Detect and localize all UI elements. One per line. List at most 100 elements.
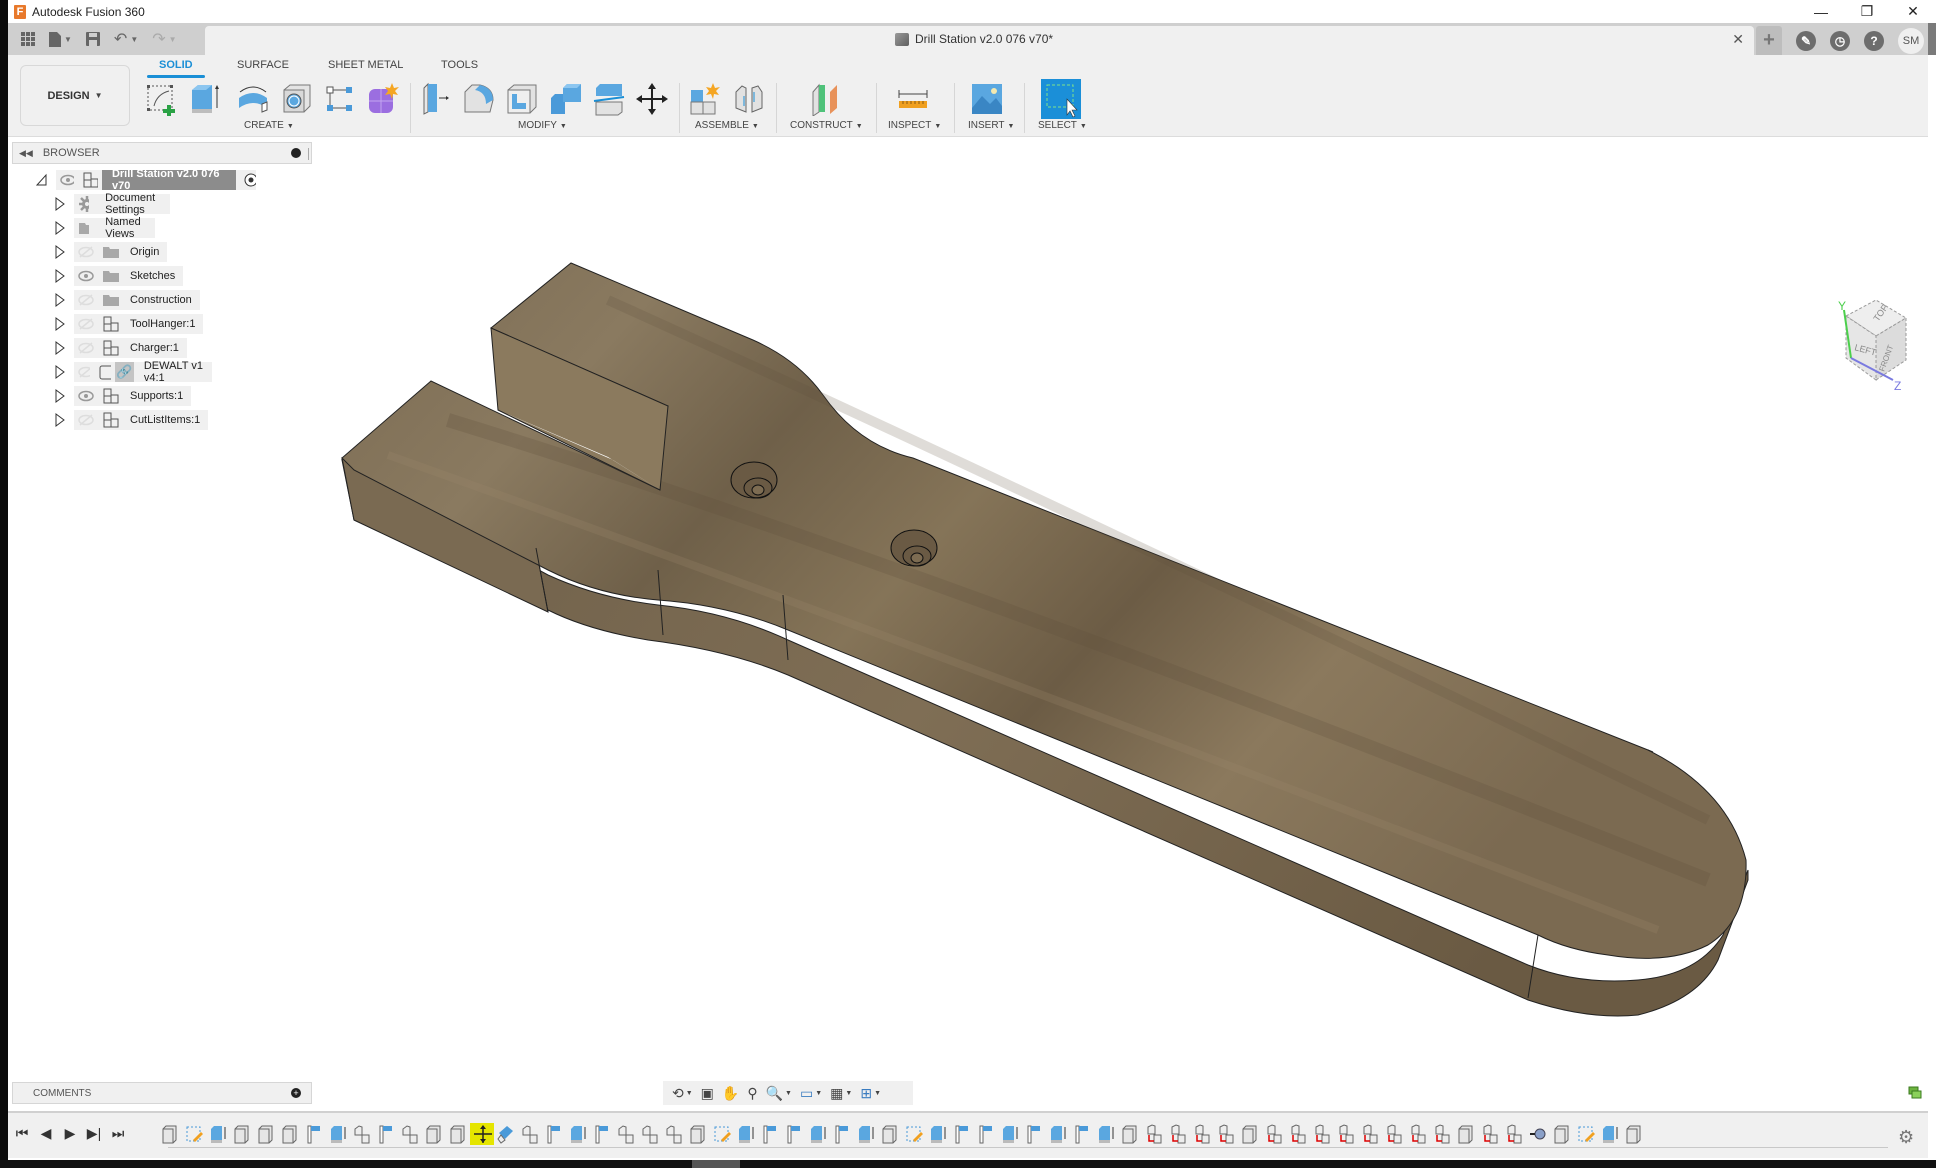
workspace-switcher[interactable]: DESIGN ▼ [20,65,130,126]
panel-grip[interactable] [308,148,309,160]
timeline-feature-sketch[interactable] [1574,1123,1598,1145]
save-button[interactable] [79,23,107,55]
tab-solid[interactable]: SOLID [159,59,193,71]
offset-plane-button[interactable] [809,82,843,117]
activate-radio-icon[interactable] [244,173,256,187]
tree-item[interactable]: 🔗 DEWALT v1 v4:1 [74,360,213,384]
timeline-feature-body[interactable] [1454,1123,1478,1145]
help-button[interactable]: ? [1864,30,1884,51]
timeline-feature-joint-red[interactable] [1430,1123,1454,1145]
timeline-feature-extrude[interactable] [806,1123,830,1145]
previous-step-button[interactable]: ◀ [38,1125,54,1142]
tree-item[interactable]: ToolHanger:1 [74,314,204,334]
timeline-feature-joint-red[interactable] [1142,1123,1166,1145]
tab-surface[interactable]: SURFACE [237,59,289,71]
timeline-feature-press-pull[interactable] [1022,1123,1046,1145]
tree-item[interactable]: Named Views [74,216,156,240]
tree-item[interactable]: Document Settings [74,192,171,216]
timeline-feature-joint-red[interactable] [1286,1123,1310,1145]
timeline-feature-body[interactable] [446,1123,470,1145]
select-group-menu[interactable]: SELECT ▼ [1038,120,1087,131]
timeline-feature-sketch[interactable] [182,1123,206,1145]
taskbar-item[interactable] [692,1160,740,1168]
orbit-button[interactable]: ⟲ ▼ [669,1085,696,1102]
press-pull-button[interactable] [420,82,454,116]
timeline-feature-joint-red[interactable] [1262,1123,1286,1145]
timeline-feature-body[interactable] [1550,1123,1574,1145]
tree-item[interactable]: Charger:1 [74,338,187,358]
extensions-button[interactable]: ✎ [1796,30,1816,51]
timeline-feature-body[interactable] [686,1123,710,1145]
timeline-feature-sketch[interactable] [902,1123,926,1145]
tree-root[interactable]: Drill Station v2.0 076 v70 [56,168,256,192]
panel-pin-icon[interactable] [291,148,301,158]
document-tab[interactable]: Drill Station v2.0 076 v70* ✕ [205,26,1754,55]
inspect-group-menu[interactable]: INSPECT ▼ [888,120,941,131]
assemble-group-menu[interactable]: ASSEMBLE ▼ [695,120,759,131]
insert-group-menu[interactable]: INSERT ▼ [968,120,1014,131]
tree-item[interactable]: Origin [74,242,168,262]
expand-node-icon[interactable] [54,245,66,259]
expand-node-icon[interactable] [54,317,66,331]
visibility-eye-icon[interactable] [78,390,94,402]
next-step-button[interactable]: ▶| [86,1125,102,1142]
timeline-feature-body[interactable] [1118,1123,1142,1145]
timeline-feature-body[interactable] [878,1123,902,1145]
insert-canvas-button[interactable] [970,82,1004,116]
timeline-feature-body[interactable] [158,1123,182,1145]
timeline-feature-press-pull[interactable] [542,1123,566,1145]
visibility-hidden-icon[interactable] [78,366,90,378]
visibility-hidden-icon[interactable] [78,318,94,330]
file-menu-button[interactable]: ▼ [42,23,79,55]
timeline-feature-joint[interactable] [350,1123,374,1145]
timeline-feature-joint-red[interactable] [1382,1123,1406,1145]
construct-group-menu[interactable]: CONSTRUCT ▼ [790,120,863,131]
job-status-button[interactable]: ◷ [1830,30,1850,51]
timeline-feature-extrude[interactable] [926,1123,950,1145]
data-panel-button[interactable] [14,23,42,55]
visibility-eye-icon[interactable] [60,174,75,186]
timeline-feature-joint-red[interactable] [1310,1123,1334,1145]
timeline-feature-press-pull[interactable] [974,1123,998,1145]
expand-node-icon[interactable] [54,221,66,235]
timeline-feature-body[interactable] [1238,1123,1262,1145]
add-comment-icon[interactable]: + [291,1088,301,1098]
modify-group-menu[interactable]: MODIFY ▼ [518,120,567,131]
3d-viewport[interactable]: TOP LEFT FRONT Y Z [8,138,1928,1088]
collapse-panel-icon[interactable]: ◀◀ [19,148,33,159]
visibility-eye-icon[interactable] [78,270,94,282]
last-step-button[interactable]: ⏭ [110,1125,126,1142]
tab-tools[interactable]: TOOLS [441,59,478,71]
revolve-button[interactable] [236,82,270,116]
new-component-button[interactable] [689,82,723,116]
pattern-button[interactable] [324,82,358,116]
expand-node-icon[interactable] [54,413,66,427]
visibility-hidden-icon[interactable] [78,294,94,306]
timeline-feature-joint[interactable] [398,1123,422,1145]
pan-button[interactable]: ✋ [719,1085,742,1102]
drill-station-model[interactable] [8,138,1928,1088]
fillet-button[interactable] [462,82,496,116]
timeline-feature-joint[interactable] [662,1123,686,1145]
new-tab-button[interactable]: + [1756,26,1782,55]
timeline-feature-extrude[interactable] [854,1123,878,1145]
timeline-feature-joint-red[interactable] [1406,1123,1430,1145]
timeline-feature-joint-red[interactable] [1502,1123,1526,1145]
expand-node-icon[interactable] [54,269,66,283]
visibility-hidden-icon[interactable] [78,342,94,354]
timeline-feature-body[interactable] [1622,1123,1646,1145]
timeline-feature-joint-red[interactable] [1214,1123,1238,1145]
timeline-feature-joint-red[interactable] [1190,1123,1214,1145]
first-step-button[interactable]: ⏮ [14,1125,30,1142]
expand-node-icon[interactable] [54,293,66,307]
tree-item[interactable]: Sketches [74,266,184,286]
timeline-feature-extrude[interactable] [998,1123,1022,1145]
hole-button[interactable] [280,82,314,116]
timeline-feature-joint[interactable] [614,1123,638,1145]
play-button[interactable]: ▶ [62,1125,78,1142]
timeline-feature-body[interactable] [422,1123,446,1145]
timeline-feature-joint-red[interactable] [1478,1123,1502,1145]
close-window-button[interactable]: ✕ [1890,0,1936,23]
timeline-feature-extrude[interactable] [1046,1123,1070,1145]
expand-node-icon[interactable] [54,365,66,379]
